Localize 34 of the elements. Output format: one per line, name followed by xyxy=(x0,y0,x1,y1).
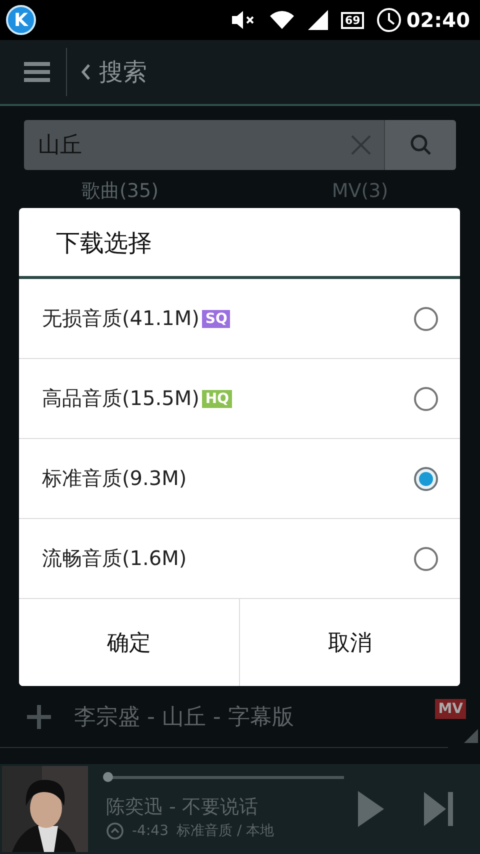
radio-button[interactable] xyxy=(414,306,438,330)
play-icon[interactable] xyxy=(358,791,384,827)
next-icon[interactable] xyxy=(424,792,454,826)
radio-button[interactable] xyxy=(414,546,438,570)
cancel-button[interactable]: 取消 xyxy=(239,599,460,686)
quality-source: 标准音质 / 本地 xyxy=(176,822,274,840)
clock-icon xyxy=(376,7,402,33)
app-logo: K xyxy=(6,5,36,35)
quality-option[interactable]: 高品音质(15.5M) HQ xyxy=(19,359,460,439)
dialog-title: 下载选择 xyxy=(19,208,460,279)
status-time: 02:40 xyxy=(406,8,470,32)
back-icon xyxy=(81,63,91,81)
add-icon[interactable] xyxy=(26,704,52,730)
quality-badge: SQ xyxy=(202,310,230,328)
wifi-icon xyxy=(269,9,296,31)
remaining-time: -4:43 xyxy=(132,823,168,839)
quality-option[interactable]: 无损音质(41.1M) SQ xyxy=(19,279,460,359)
corner-icon xyxy=(464,729,478,743)
progress-bar[interactable] xyxy=(101,772,344,782)
back-button[interactable]: 搜索 xyxy=(81,56,147,88)
tab[interactable]: 歌曲(35) xyxy=(0,174,240,208)
signal-icon xyxy=(307,9,330,31)
mv-badge[interactable]: MV xyxy=(435,699,466,719)
quality-badge: HQ xyxy=(202,390,232,408)
radio-button[interactable] xyxy=(414,466,438,490)
battery-icon: 69 xyxy=(341,12,364,28)
now-playing-title: 陈奕迅 - 不要说话 xyxy=(106,795,259,820)
song-title[interactable]: 李宗盛 - 山丘 - 字幕版 xyxy=(74,702,418,732)
search-button[interactable] xyxy=(384,120,456,170)
quality-option[interactable]: 标准音质(9.3M) xyxy=(19,439,460,519)
expand-icon[interactable] xyxy=(106,822,124,840)
search-icon xyxy=(408,133,432,157)
radio-button[interactable] xyxy=(414,386,438,410)
menu-icon[interactable] xyxy=(24,61,50,83)
